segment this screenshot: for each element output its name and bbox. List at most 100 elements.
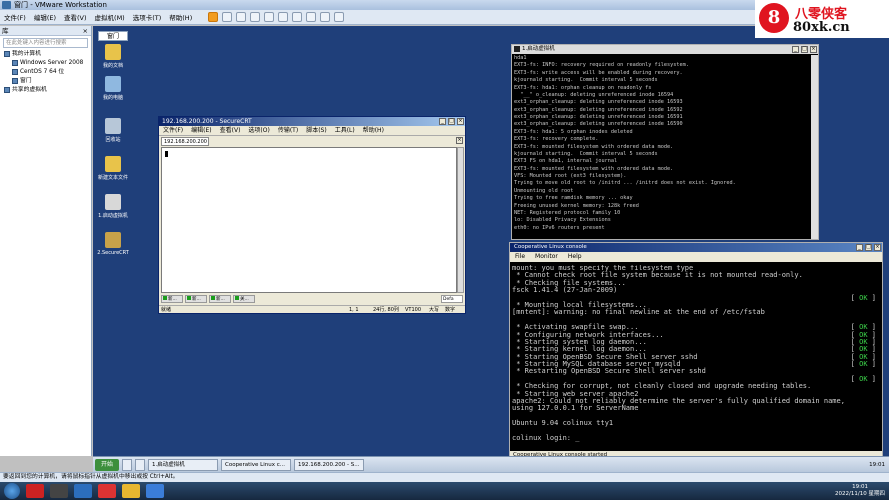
desktop-icon-start-vm[interactable]: 1.启动虚拟机 [93, 194, 133, 219]
library-header: 库 × [0, 26, 91, 36]
session-status-icon [187, 296, 191, 300]
stretch-icon[interactable] [334, 12, 345, 22]
close-icon[interactable]: × [457, 118, 464, 125]
menu-help[interactable]: 帮助(H) [169, 12, 192, 22]
close-tab-icon[interactable]: × [456, 137, 463, 144]
menu-tabs[interactable]: 选项卡(T) [133, 12, 162, 22]
maximize-icon[interactable]: □ [865, 244, 872, 251]
library-title: 库 [2, 27, 9, 35]
menu-edit[interactable]: 编辑(E) [34, 12, 56, 22]
desktop-icon-securecrt[interactable]: 2.SecureCRT [93, 232, 133, 256]
session-button[interactable]: 新... [185, 295, 207, 303]
console-view-icon[interactable] [320, 12, 331, 22]
desktop-icon-recycle-bin[interactable]: 回收站 [93, 118, 133, 143]
console-line: Unmounting old root [514, 187, 574, 194]
app-icon[interactable] [122, 484, 140, 498]
menu-vm[interactable]: 虚拟机(M) [95, 12, 125, 22]
unity-icon[interactable] [292, 12, 303, 22]
tree-item-my-computer[interactable]: 我的计算机 [0, 50, 91, 59]
status-num: 数字 [445, 307, 456, 313]
crt-menu-file[interactable]: 文件(F) [163, 126, 183, 135]
close-icon[interactable]: × [810, 46, 817, 53]
default-session-select[interactable]: Defa [441, 295, 463, 303]
colinux-line-text: [mntent]: warning: no final newline at t… [512, 308, 765, 317]
colinux-menu-monitor[interactable]: Monitor [535, 252, 558, 262]
fullscreen-icon[interactable] [278, 12, 289, 22]
quicklaunch-icon[interactable] [122, 458, 132, 471]
colinux-menu-file[interactable]: File [515, 252, 525, 262]
desktop-icon-label: 1.启动虚拟机 [98, 213, 128, 219]
maximize-icon[interactable]: □ [801, 46, 808, 53]
crt-menu-view[interactable]: 查看(V) [220, 126, 241, 135]
app-icon[interactable] [74, 484, 92, 498]
terminal-scrollbar[interactable] [457, 147, 464, 293]
console-line: ext3_orphan_cleanup: deleting unreferenc… [514, 121, 683, 128]
console-titlebar: 1.启动虚拟机 _ □ × [512, 45, 818, 54]
minimize-icon[interactable]: _ [439, 118, 446, 125]
colinux-line: using 127.0.0.1 for ServerName [512, 405, 880, 412]
clock-time: 19:01 [852, 484, 868, 490]
send-ctrl-alt-del-icon[interactable] [222, 12, 233, 22]
quicklaunch-icon[interactable] [135, 458, 145, 471]
console-line: hda1 [514, 55, 527, 61]
colinux-line: [mntent]: warning: no final newline at t… [512, 309, 880, 316]
snapshot-icon[interactable] [236, 12, 247, 22]
session-button[interactable]: 新... [161, 295, 183, 303]
revert-snapshot-icon[interactable] [250, 12, 261, 22]
console-icon [514, 46, 520, 52]
system-clock: 19:01 2022/11/10 星期四 [835, 484, 889, 498]
session-button[interactable]: 新... [209, 295, 231, 303]
tree-item-shared-vms[interactable]: 共享的虚拟机 [0, 86, 91, 95]
pause-icon[interactable] [208, 12, 219, 22]
console-line: EXT3-fs: INFO: recovery required on read… [514, 62, 689, 69]
status-ready: 就绪 [161, 307, 172, 313]
crt-menu-tools[interactable]: 工具(L) [335, 126, 355, 135]
session-tab[interactable]: 192.168.200.200 [161, 137, 209, 146]
status-term: VT100 [405, 307, 422, 313]
crt-menu-transfer[interactable]: 传输(T) [278, 126, 298, 135]
app-icon[interactable] [26, 484, 44, 498]
tree-item-vm-current[interactable]: 窗门 [0, 77, 91, 86]
console-scrollbar[interactable] [811, 55, 818, 239]
snapshot-manager-icon[interactable] [264, 12, 275, 22]
library-search-input[interactable]: 在此处键入内容进行搜索 [3, 38, 88, 48]
desktop-icon-label: 新建文本文件 [97, 175, 128, 181]
crt-menu-options[interactable]: 选项(O) [248, 126, 269, 135]
taskbar-button-colinux[interactable]: Cooperative Linux c... [221, 458, 291, 471]
console-line: ext3_orphan_cleanup: deleting unreferenc… [514, 99, 683, 106]
desktop-icon-my-documents[interactable]: 我的文档 [93, 44, 133, 69]
tree-item-windows-server[interactable]: Windows Server 2008 [0, 59, 91, 68]
computer-icon [105, 76, 121, 92]
vm-tab[interactable]: 窗门 [98, 31, 128, 41]
crt-menu-help[interactable]: 帮助(H) [363, 126, 384, 135]
session-button-bar: 新... 新... 新... 关... Defa [161, 294, 463, 304]
console-line: EXT3-fs: recovery complete. [514, 136, 599, 143]
tree-item-centos[interactable]: CentOS 7 64 位 [0, 68, 91, 77]
app-icon[interactable] [146, 484, 164, 498]
thumbnail-icon[interactable] [306, 12, 317, 22]
taskbar-button-start-vm[interactable]: 1.启动虚拟机 [148, 458, 218, 471]
app-icon[interactable] [98, 484, 116, 498]
terminal-cursor [165, 151, 168, 157]
desktop-icon-my-computer[interactable]: 我的电脑 [93, 76, 133, 101]
desktop-icon-new-text[interactable]: 新建文本文件 [93, 156, 133, 181]
session-button-label: 新... [168, 297, 177, 302]
menu-file[interactable]: 文件(F) [4, 12, 26, 22]
close-icon[interactable]: × [874, 244, 881, 251]
colinux-menu-help[interactable]: Help [568, 252, 582, 262]
session-button[interactable]: 关... [233, 295, 255, 303]
crt-menu-edit[interactable]: 编辑(E) [191, 126, 211, 135]
minimize-icon[interactable]: _ [856, 244, 863, 251]
crt-menu-script[interactable]: 脚本(S) [306, 126, 327, 135]
app-icon[interactable] [50, 484, 68, 498]
minimize-icon[interactable]: _ [792, 46, 799, 53]
maximize-icon[interactable]: □ [448, 118, 455, 125]
securecrt-menubar: 文件(F) 编辑(E) 查看(V) 选项(O) 传输(T) 脚本(S) 工具(L… [159, 126, 465, 136]
guest-start-button[interactable]: 开始 [95, 458, 119, 471]
console-line: EXT3-fs: mounted filesystem with ordered… [514, 165, 674, 172]
close-icon[interactable]: × [83, 26, 88, 36]
taskbar-button-securecrt[interactable]: 192.168.200.200 - S... [294, 458, 364, 471]
windows-start-button[interactable] [4, 483, 20, 499]
securecrt-terminal[interactable] [161, 147, 457, 293]
menu-view[interactable]: 查看(V) [64, 12, 87, 22]
